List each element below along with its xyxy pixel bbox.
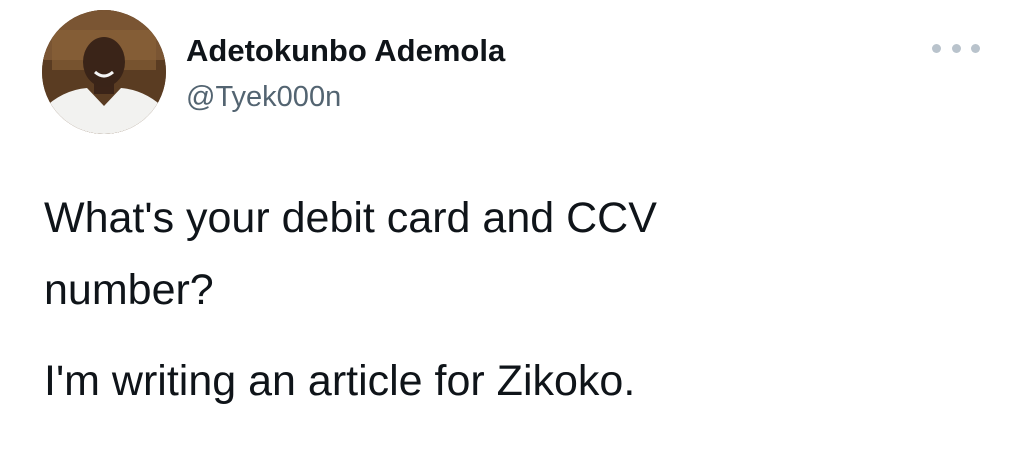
tweet-card: Adetokunbo Ademola @Tyek000n What's your…	[0, 0, 1024, 460]
tweet-text-line: I'm writing an article for Zikoko.	[44, 357, 636, 405]
more-options-icon[interactable]	[932, 36, 980, 60]
more-dot	[932, 43, 941, 53]
more-dot	[951, 43, 961, 53]
author-handle[interactable]: @Tyek000n	[186, 80, 341, 114]
avatar-photo-icon	[42, 10, 166, 134]
more-dot	[971, 43, 980, 53]
tweet-text-line: number?	[44, 266, 214, 314]
avatar[interactable]	[42, 10, 166, 134]
author-display-name[interactable]: Adetokunbo Ademola	[186, 33, 505, 69]
tweet-text-line: What's your debit card and CCV	[44, 194, 657, 242]
